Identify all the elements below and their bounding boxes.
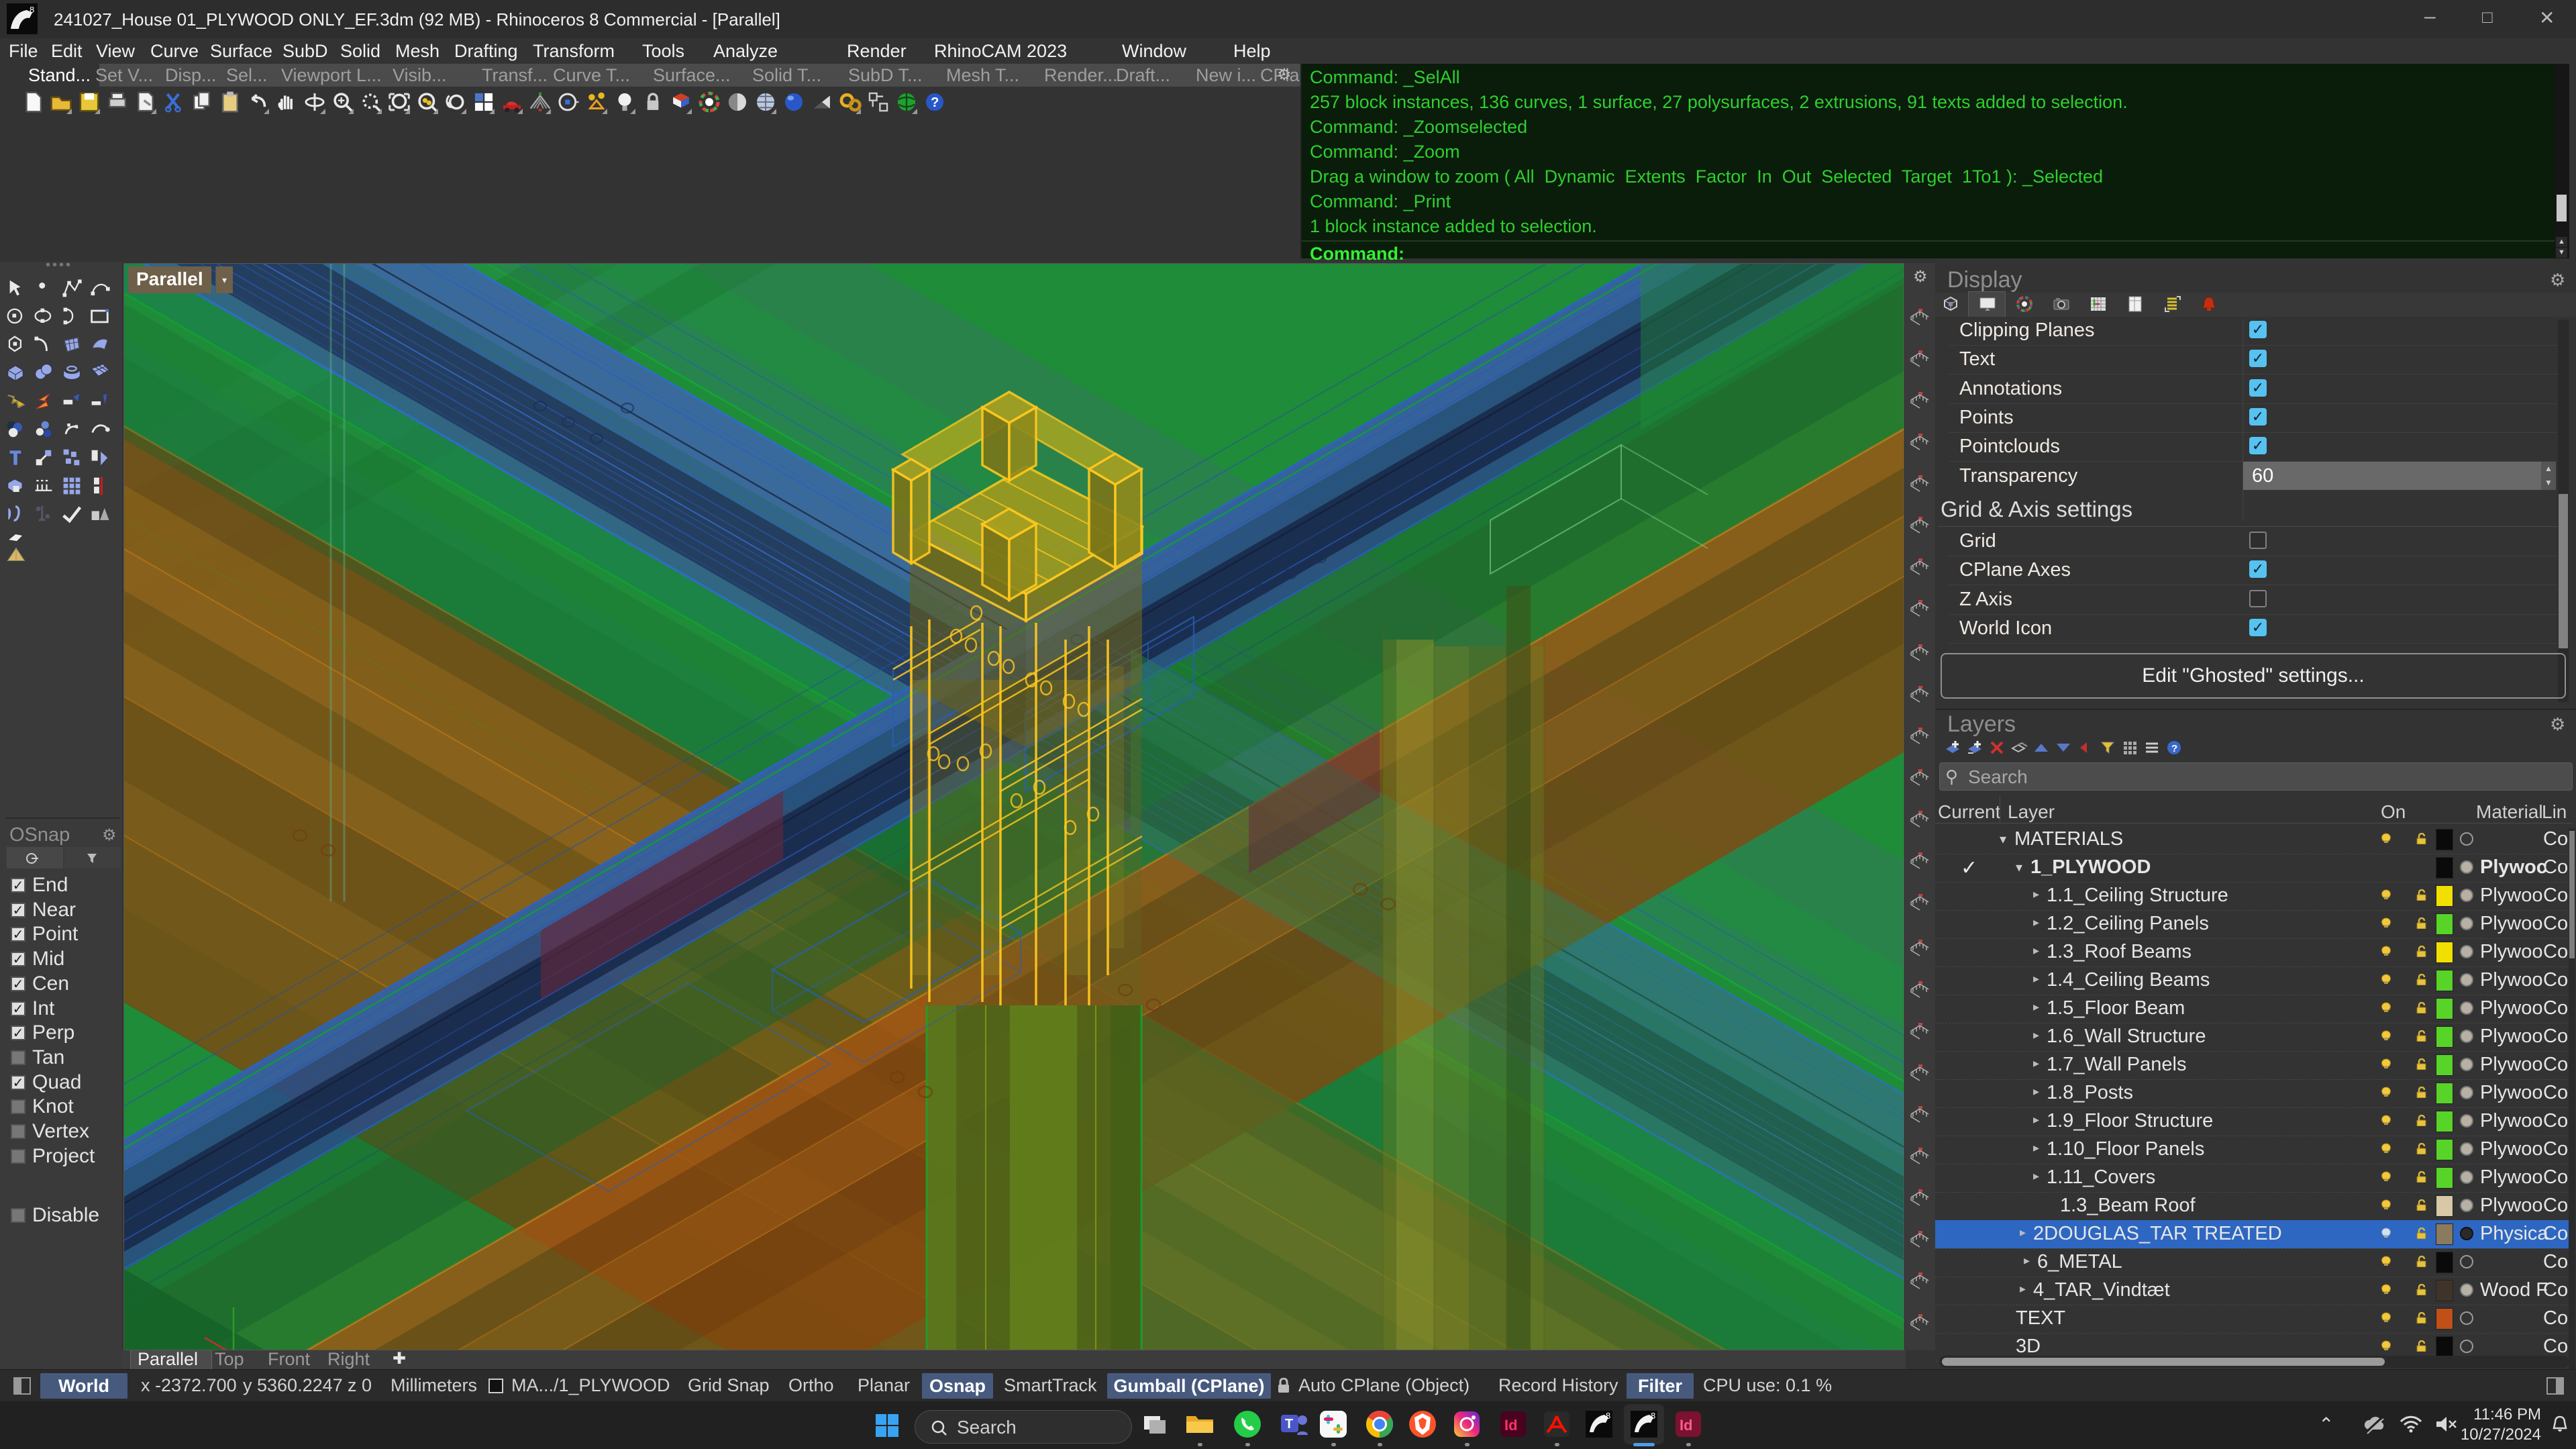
svg-text:8: 8 (1606, 1411, 1610, 1421)
svg-text:Id: Id (1680, 1417, 1693, 1434)
svg-text:?: ? (2171, 743, 2177, 754)
svg-text:?: ? (931, 95, 939, 110)
svg-text:Id: Id (1504, 1417, 1518, 1434)
svg-text:8: 8 (1651, 1411, 1655, 1421)
svg-text:8: 8 (30, 5, 34, 15)
svg-text:T: T (1285, 1417, 1293, 1432)
